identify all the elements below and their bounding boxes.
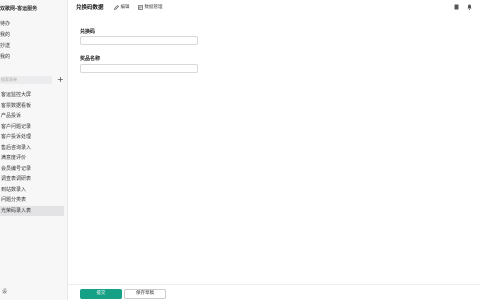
form-item[interactable]: 问题分类表 [0,195,66,206]
nav-item-cc[interactable]: 抄送 [0,41,66,52]
data-manage-button[interactable]: 数据管理 [137,4,163,10]
form-item[interactable]: 调查表调研表 [0,174,66,185]
prize-name-input[interactable] [80,64,198,73]
nav-item-todo[interactable]: 待办 [0,19,66,30]
edit-label: 编辑 [120,5,130,10]
nav-item-mine[interactable]: 我的 [0,30,66,41]
data-manage-label: 数据管理 [144,5,163,10]
form-list: 客运监控大屏 客票数据看板 产品投诉 客户问题记录 客户投诉处理 售后咨询录入 … [0,90,66,216]
form-item-active[interactable]: 光荣码录入表 [0,205,64,216]
form-item[interactable]: 到站数录入 [0,185,66,196]
form-item[interactable]: 客户问题记录 [0,122,66,133]
pencil-icon [113,4,119,10]
sidebar-settings[interactable]: 设 [2,288,7,295]
form-search-row: 搜索表单 + [0,75,66,84]
form-item[interactable]: 客票数据看板 [0,101,66,112]
prize-name-label: 奖品名称 [80,56,101,62]
table-icon [137,4,143,10]
page-icon[interactable] [454,4,459,12]
redeem-code-label: 兑换码 [80,29,96,35]
form-search-input[interactable]: 搜索表单 [0,75,52,84]
sidebar: 双歌网-客运服务 待办 我的 抄送 我的 搜索表单 + 客运监控大屏 客票数据看… [0,0,68,300]
redeem-code-input[interactable] [80,36,198,45]
topbar-actions [446,4,472,12]
form-item[interactable]: 会员编号记录 [0,164,66,175]
app-title: 双歌网-客运服务 [0,6,38,12]
form-footer: 提交 保存草稿 [68,284,480,300]
page-title: 兑换码数据 [76,5,104,11]
sidebar-nav: 待办 我的 抄送 我的 [0,19,66,63]
form-area: 兑换码 奖品名称 [68,14,480,300]
nav-item-mine-2[interactable]: 我的 [0,52,66,63]
submit-button[interactable]: 提交 [80,289,122,299]
form-item[interactable]: 满意度评价 [0,153,66,164]
form-item[interactable]: 客运监控大屏 [0,90,66,101]
notification-icon[interactable] [467,4,472,12]
add-form-icon[interactable]: + [57,75,64,84]
form-item[interactable]: 售后咨询录入 [0,143,66,154]
save-draft-button[interactable]: 保存草稿 [124,289,166,299]
form-item[interactable]: 产品投诉 [0,111,66,122]
form-item[interactable]: 客户投诉处理 [0,132,66,143]
topbar: 兑换码数据 编辑 数据管理 [68,0,480,14]
edit-button[interactable]: 编辑 [113,4,130,10]
